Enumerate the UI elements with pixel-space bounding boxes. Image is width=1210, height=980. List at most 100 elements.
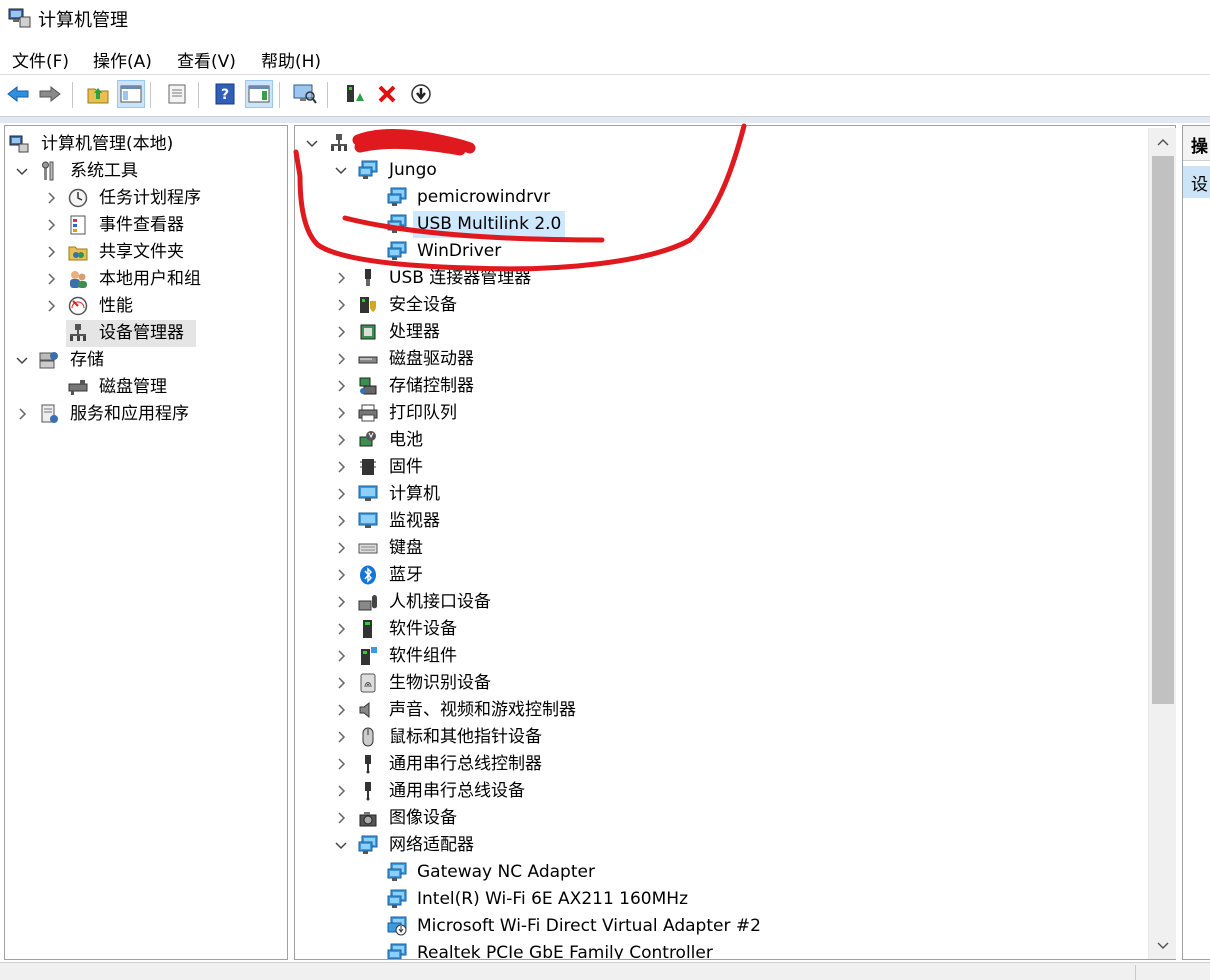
firmware-icon bbox=[360, 459, 376, 475]
chevron-right-icon[interactable] bbox=[333, 324, 349, 340]
chevron-right-icon[interactable] bbox=[333, 297, 349, 313]
properties-icon[interactable] bbox=[163, 80, 191, 108]
chevron-down-icon[interactable] bbox=[14, 163, 30, 179]
audio-icon bbox=[359, 701, 370, 719]
status-cell bbox=[1135, 965, 1210, 980]
chevron-right-icon[interactable] bbox=[43, 217, 59, 233]
device-category-computer[interactable]: 计算机 bbox=[295, 481, 1145, 508]
device-category-security-devices[interactable]: 安全设备 bbox=[295, 292, 1145, 319]
forward-arrow-icon[interactable] bbox=[36, 80, 64, 108]
chevron-right-icon[interactable] bbox=[14, 406, 30, 422]
back-arrow-icon[interactable] bbox=[4, 80, 32, 108]
chevron-right-icon[interactable] bbox=[333, 378, 349, 394]
uninstall-x-icon[interactable] bbox=[373, 80, 401, 108]
tree-item-device-manager[interactable]: 设备管理器 bbox=[66, 320, 196, 347]
chevron-right-icon[interactable] bbox=[333, 540, 349, 556]
chevron-down-icon[interactable] bbox=[333, 837, 349, 853]
tree-root-item[interactable]: 计算机管理(本地) bbox=[5, 131, 287, 158]
chevron-right-icon[interactable] bbox=[333, 567, 349, 583]
help-icon[interactable]: ? bbox=[211, 80, 239, 108]
tree-item-local-users[interactable]: 本地用户和组 bbox=[5, 266, 287, 293]
tree-item-system-tools[interactable]: 系统工具 bbox=[5, 158, 287, 185]
device-category-biometric-devices[interactable]: 生物识别设备 bbox=[295, 670, 1145, 697]
show-action-pane-icon[interactable] bbox=[245, 80, 273, 108]
device-category-monitors[interactable]: 监视器 bbox=[295, 508, 1145, 535]
chevron-right-icon[interactable] bbox=[333, 594, 349, 610]
chevron-right-icon[interactable] bbox=[333, 513, 349, 529]
vertical-scrollbar[interactable] bbox=[1148, 128, 1176, 959]
device-category-usb-controllers[interactable]: 通用串行总线控制器 bbox=[295, 751, 1145, 778]
tree-item-services-apps[interactable]: 服务和应用程序 bbox=[5, 401, 287, 428]
device-category-human-interface-devices[interactable]: 人机接口设备 bbox=[295, 589, 1145, 616]
device-category-jungo[interactable]: Jungo bbox=[295, 157, 1145, 184]
chevron-right-icon[interactable] bbox=[333, 756, 349, 772]
device-category-keyboards[interactable]: 键盘 bbox=[295, 535, 1145, 562]
device-category-batteries[interactable]: 电池 bbox=[295, 427, 1145, 454]
disable-device-icon[interactable] bbox=[407, 80, 435, 108]
chevron-right-icon[interactable] bbox=[333, 351, 349, 367]
device-category-sound-video-game-controllers[interactable]: 声音、视频和游戏控制器 bbox=[295, 697, 1145, 724]
device-root-computer[interactable] bbox=[295, 130, 1145, 157]
scroll-up-icon[interactable] bbox=[1149, 130, 1176, 154]
tree-item-disk-management[interactable]: 磁盘管理 bbox=[5, 374, 287, 401]
actions-pane-item[interactable]: 设 bbox=[1183, 166, 1210, 198]
tree-item-performance[interactable]: 性能 bbox=[5, 293, 287, 320]
up-folder-icon[interactable] bbox=[84, 80, 112, 108]
device-item-network-adapter[interactable]: Microsoft Wi-Fi Direct Virtual Adapter #… bbox=[295, 913, 1145, 940]
chevron-right-icon[interactable] bbox=[43, 190, 59, 206]
device-item-jungo-child[interactable]: pemicrowindrvr bbox=[295, 184, 1145, 211]
chevron-right-icon[interactable] bbox=[333, 702, 349, 718]
scrollbar-thumb[interactable] bbox=[1152, 156, 1174, 704]
device-item-network-adapter[interactable]: Gateway NC Adapter bbox=[295, 859, 1145, 886]
device-category-software-components[interactable]: 软件组件 bbox=[295, 643, 1145, 670]
tree-item-event-viewer[interactable]: 事件查看器 bbox=[5, 212, 287, 239]
tree-item-storage[interactable]: 存储 bbox=[5, 347, 287, 374]
chevron-right-icon[interactable] bbox=[333, 729, 349, 745]
chevron-right-icon[interactable] bbox=[333, 270, 349, 286]
chevron-right-icon[interactable] bbox=[333, 783, 349, 799]
device-item-network-adapter[interactable]: Realtek PCIe GbE Family Controller bbox=[295, 940, 1145, 959]
device-category-usb-devices[interactable]: 通用串行总线设备 bbox=[295, 778, 1145, 805]
chevron-down-icon[interactable] bbox=[14, 352, 30, 368]
device-category-print-queues[interactable]: 打印队列 bbox=[295, 400, 1145, 427]
chevron-right-icon[interactable] bbox=[333, 648, 349, 664]
device-category-storage-controllers[interactable]: 存储控制器 bbox=[295, 373, 1145, 400]
device-category-usb-connector-manager[interactable]: USB 连接器管理器 bbox=[295, 265, 1145, 292]
device-category-mice-pointing-devices[interactable]: 鼠标和其他指针设备 bbox=[295, 724, 1145, 751]
device-item-jungo-child[interactable]: USB Multilink 2.0 bbox=[295, 211, 1145, 238]
tools-icon bbox=[42, 161, 54, 181]
device-category-bluetooth[interactable]: 蓝牙 bbox=[295, 562, 1145, 589]
menu-help[interactable]: 帮助(H) bbox=[259, 47, 323, 72]
toolbar: ? bbox=[0, 76, 1210, 117]
menu-action[interactable]: 操作(A) bbox=[91, 47, 154, 72]
chevron-right-icon[interactable] bbox=[43, 244, 59, 260]
device-category-disk-drives[interactable]: 磁盘驱动器 bbox=[295, 346, 1145, 373]
chevron-right-icon[interactable] bbox=[43, 271, 59, 287]
tree-item-task-scheduler[interactable]: 任务计划程序 bbox=[5, 185, 287, 212]
chevron-right-icon[interactable] bbox=[333, 405, 349, 421]
chevron-right-icon[interactable] bbox=[333, 459, 349, 475]
device-category-firmware[interactable]: 固件 bbox=[295, 454, 1145, 481]
chevron-down-icon[interactable] bbox=[333, 162, 349, 178]
chevron-right-icon[interactable] bbox=[333, 810, 349, 826]
update-driver-icon[interactable] bbox=[340, 80, 368, 108]
menu-view[interactable]: 查看(V) bbox=[175, 47, 238, 72]
chevron-right-icon[interactable] bbox=[43, 298, 59, 314]
chevron-right-icon[interactable] bbox=[333, 621, 349, 637]
scroll-down-icon[interactable] bbox=[1149, 934, 1176, 958]
imaging-device-icon bbox=[359, 812, 377, 827]
device-category-processors[interactable]: 处理器 bbox=[295, 319, 1145, 346]
chevron-down-icon[interactable] bbox=[304, 135, 320, 151]
device-category-network-adapters[interactable]: 网络适配器 bbox=[295, 832, 1145, 859]
device-category-software-devices[interactable]: 软件设备 bbox=[295, 616, 1145, 643]
device-item-network-adapter[interactable]: Intel(R) Wi-Fi 6E AX211 160MHz bbox=[295, 886, 1145, 913]
device-item-jungo-child[interactable]: WinDriver bbox=[295, 238, 1145, 265]
tree-item-shared-folders[interactable]: 共享文件夹 bbox=[5, 239, 287, 266]
chevron-right-icon[interactable] bbox=[333, 675, 349, 691]
chevron-right-icon[interactable] bbox=[333, 432, 349, 448]
scan-hardware-icon[interactable] bbox=[291, 80, 319, 108]
menu-file[interactable]: 文件(F) bbox=[10, 47, 71, 72]
chevron-right-icon[interactable] bbox=[333, 486, 349, 502]
device-category-imaging-devices[interactable]: 图像设备 bbox=[295, 805, 1145, 832]
show-hide-console-tree-icon[interactable] bbox=[117, 80, 145, 108]
